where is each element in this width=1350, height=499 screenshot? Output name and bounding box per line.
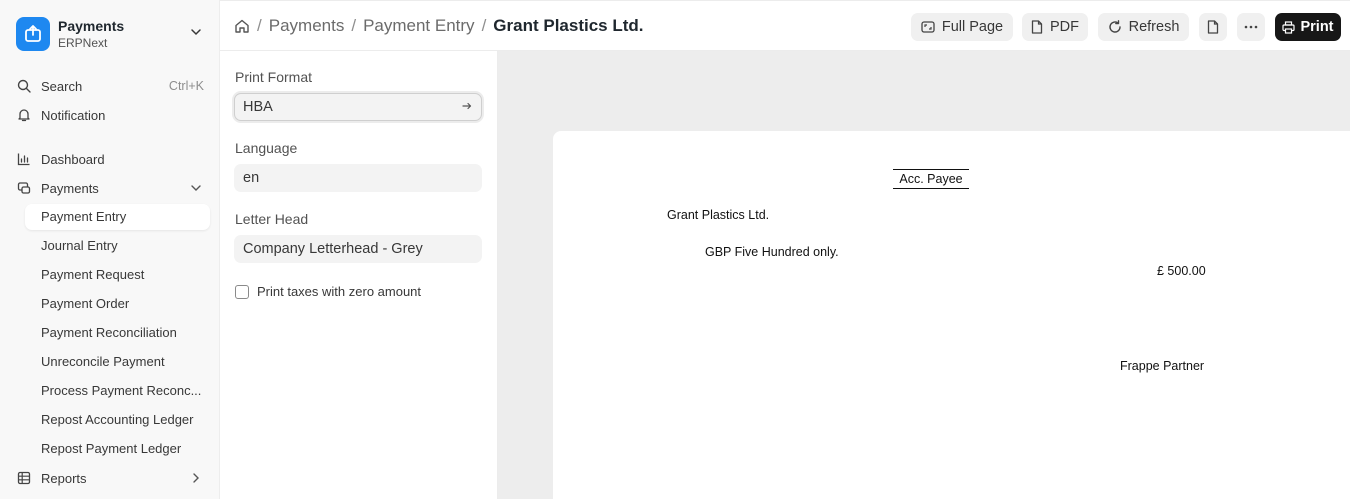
payments-label: Payments — [41, 180, 99, 196]
file-icon — [1031, 20, 1043, 34]
print-format-label: Print Format — [235, 69, 313, 85]
pdf-button[interactable]: PDF — [1022, 13, 1088, 41]
chevron-down-icon — [190, 182, 202, 194]
sidebar-notification[interactable]: Notification — [16, 102, 206, 128]
table-icon — [16, 470, 32, 486]
amount-in-words: GBP Five Hundred only. — [705, 245, 839, 259]
print-button[interactable]: Print — [1275, 13, 1341, 41]
app-switcher[interactable]: Payments ERPNext — [16, 14, 206, 54]
sidebar-item-repost-payment-ledger[interactable]: Repost Payment Ledger — [25, 436, 210, 462]
top-bar: / Payments / Payment Entry / Grant Plast… — [220, 0, 1350, 51]
sidebar-item-payment-request[interactable]: Payment Request — [25, 262, 210, 288]
bar-chart-icon — [16, 151, 32, 167]
payments-icon — [16, 180, 32, 196]
refresh-button[interactable]: Refresh — [1098, 13, 1189, 41]
letter-head-label: Letter Head — [235, 211, 309, 227]
cheque-page: Acc. Payee Grant Plastics Ltd. GBP Five … — [553, 131, 1350, 499]
printer-icon — [1282, 20, 1296, 34]
breadcrumb-current: Grant Plastics Ltd. — [493, 16, 644, 35]
expand-icon — [921, 20, 935, 34]
print-format-field[interactable]: HBA — [234, 93, 482, 121]
chevron-down-icon — [190, 26, 202, 41]
sidebar-search[interactable]: Search Ctrl+K — [16, 73, 206, 99]
search-icon — [16, 78, 32, 94]
more-icon — [1244, 25, 1258, 29]
full-page-label: Full Page — [941, 19, 1004, 35]
sidebar-item-payment-entry[interactable]: Payment Entry — [25, 204, 210, 230]
zero-taxes-checkbox[interactable] — [235, 284, 249, 299]
print-format-value: HBA — [243, 99, 273, 115]
sidebar-item-journal-entry[interactable]: Journal Entry — [25, 233, 210, 259]
amount: £ 500.00 — [1157, 264, 1206, 278]
dashboard-label: Dashboard — [41, 151, 105, 167]
home-icon[interactable] — [234, 18, 250, 34]
sidebar-reports-group[interactable]: Reports — [16, 465, 206, 491]
app-logo-icon — [16, 17, 50, 51]
acc-payee-label: Acc. Payee — [893, 169, 969, 189]
print-preview: Acc. Payee Grant Plastics Ltd. GBP Five … — [498, 51, 1350, 499]
sidebar-item-repost-accounting-ledger[interactable]: Repost Accounting Ledger — [25, 407, 210, 433]
breadcrumb-separator: / — [351, 16, 357, 35]
reports-label: Reports — [41, 470, 87, 486]
app-name: Payments — [58, 18, 125, 34]
more-button[interactable] — [1237, 13, 1265, 41]
payee-name: Grant Plastics Ltd. — [667, 208, 770, 222]
arrow-right-icon[interactable] — [462, 94, 472, 120]
print-settings-panel: Print Format HBA Language en Letter Head… — [220, 51, 498, 499]
breadcrumb-payments[interactable]: Payments — [269, 16, 345, 36]
sidebar-item-process-payment-reconciliation[interactable]: Process Payment Reconc... — [25, 378, 210, 404]
pdf-label: PDF — [1050, 19, 1079, 35]
search-label: Search — [41, 78, 83, 94]
bell-icon — [16, 107, 32, 123]
breadcrumb-separator: / — [481, 16, 487, 35]
breadcrumb-payment-entry[interactable]: Payment Entry — [363, 16, 475, 36]
app-subtitle: ERPNext — [58, 36, 108, 50]
full-page-button[interactable]: Full Page — [911, 13, 1013, 41]
chevron-right-icon — [190, 472, 202, 484]
language-value: en — [243, 170, 260, 186]
letter-head-value: Company Letterhead - Grey — [243, 241, 423, 257]
new-document-button[interactable] — [1199, 13, 1227, 41]
sidebar-dashboard[interactable]: Dashboard — [16, 146, 206, 172]
sidebar-item-unreconcile-payment[interactable]: Unreconcile Payment — [25, 349, 210, 375]
refresh-label: Refresh — [1128, 19, 1180, 35]
notification-label: Notification — [41, 107, 106, 123]
sidebar-item-payment-reconciliation[interactable]: Payment Reconciliation — [25, 320, 210, 346]
language-label: Language — [235, 140, 298, 156]
breadcrumb-separator: / — [257, 16, 262, 35]
language-field[interactable]: en — [234, 164, 482, 192]
letter-head-field[interactable]: Company Letterhead - Grey — [234, 235, 482, 263]
breadcrumb: / Payments / Payment Entry / Grant Plast… — [234, 14, 644, 38]
print-label: Print — [1300, 19, 1334, 35]
search-shortcut: Ctrl+K — [168, 79, 204, 93]
document-icon — [1207, 20, 1219, 34]
sidebar-payments-group[interactable]: Payments — [16, 175, 206, 201]
refresh-icon — [1108, 20, 1122, 34]
sidebar-item-payment-order[interactable]: Payment Order — [25, 291, 210, 317]
signatory: Frappe Partner — [1120, 359, 1205, 373]
zero-taxes-label: Print taxes with zero amount — [257, 284, 422, 299]
zero-taxes-option[interactable]: Print taxes with zero amount — [235, 284, 421, 299]
sidebar: Payments ERPNext Search Ctrl+K Notificat… — [0, 0, 220, 499]
